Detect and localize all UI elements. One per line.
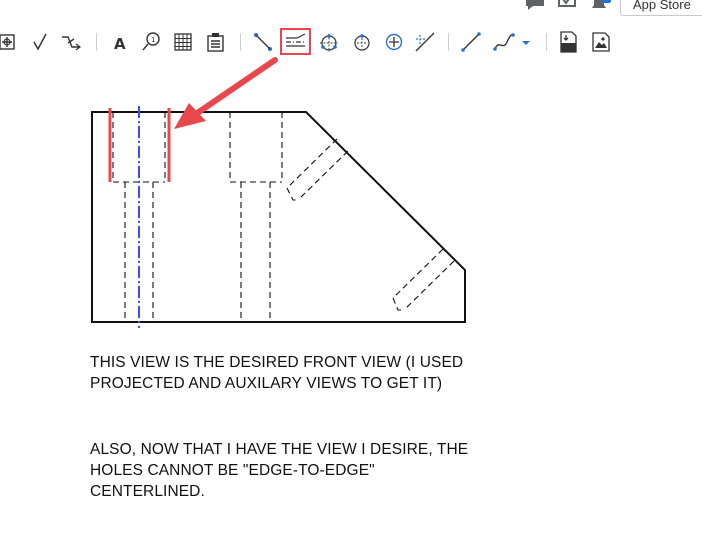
annotation-arrow xyxy=(174,57,278,129)
lower-angled-hole-hidden-lines xyxy=(392,248,455,311)
note-paragraph-1: THIS VIEW IS THE DESIRED FRONT VIEW (I U… xyxy=(90,354,464,392)
part-outline xyxy=(91,111,466,323)
right-hole-hidden-lines xyxy=(229,112,283,322)
note-paragraph-2: ALSO, NOW THAT I HAVE THE VIEW I DESIRE,… xyxy=(90,441,469,500)
upper-angled-hole-hidden-lines xyxy=(286,138,349,201)
